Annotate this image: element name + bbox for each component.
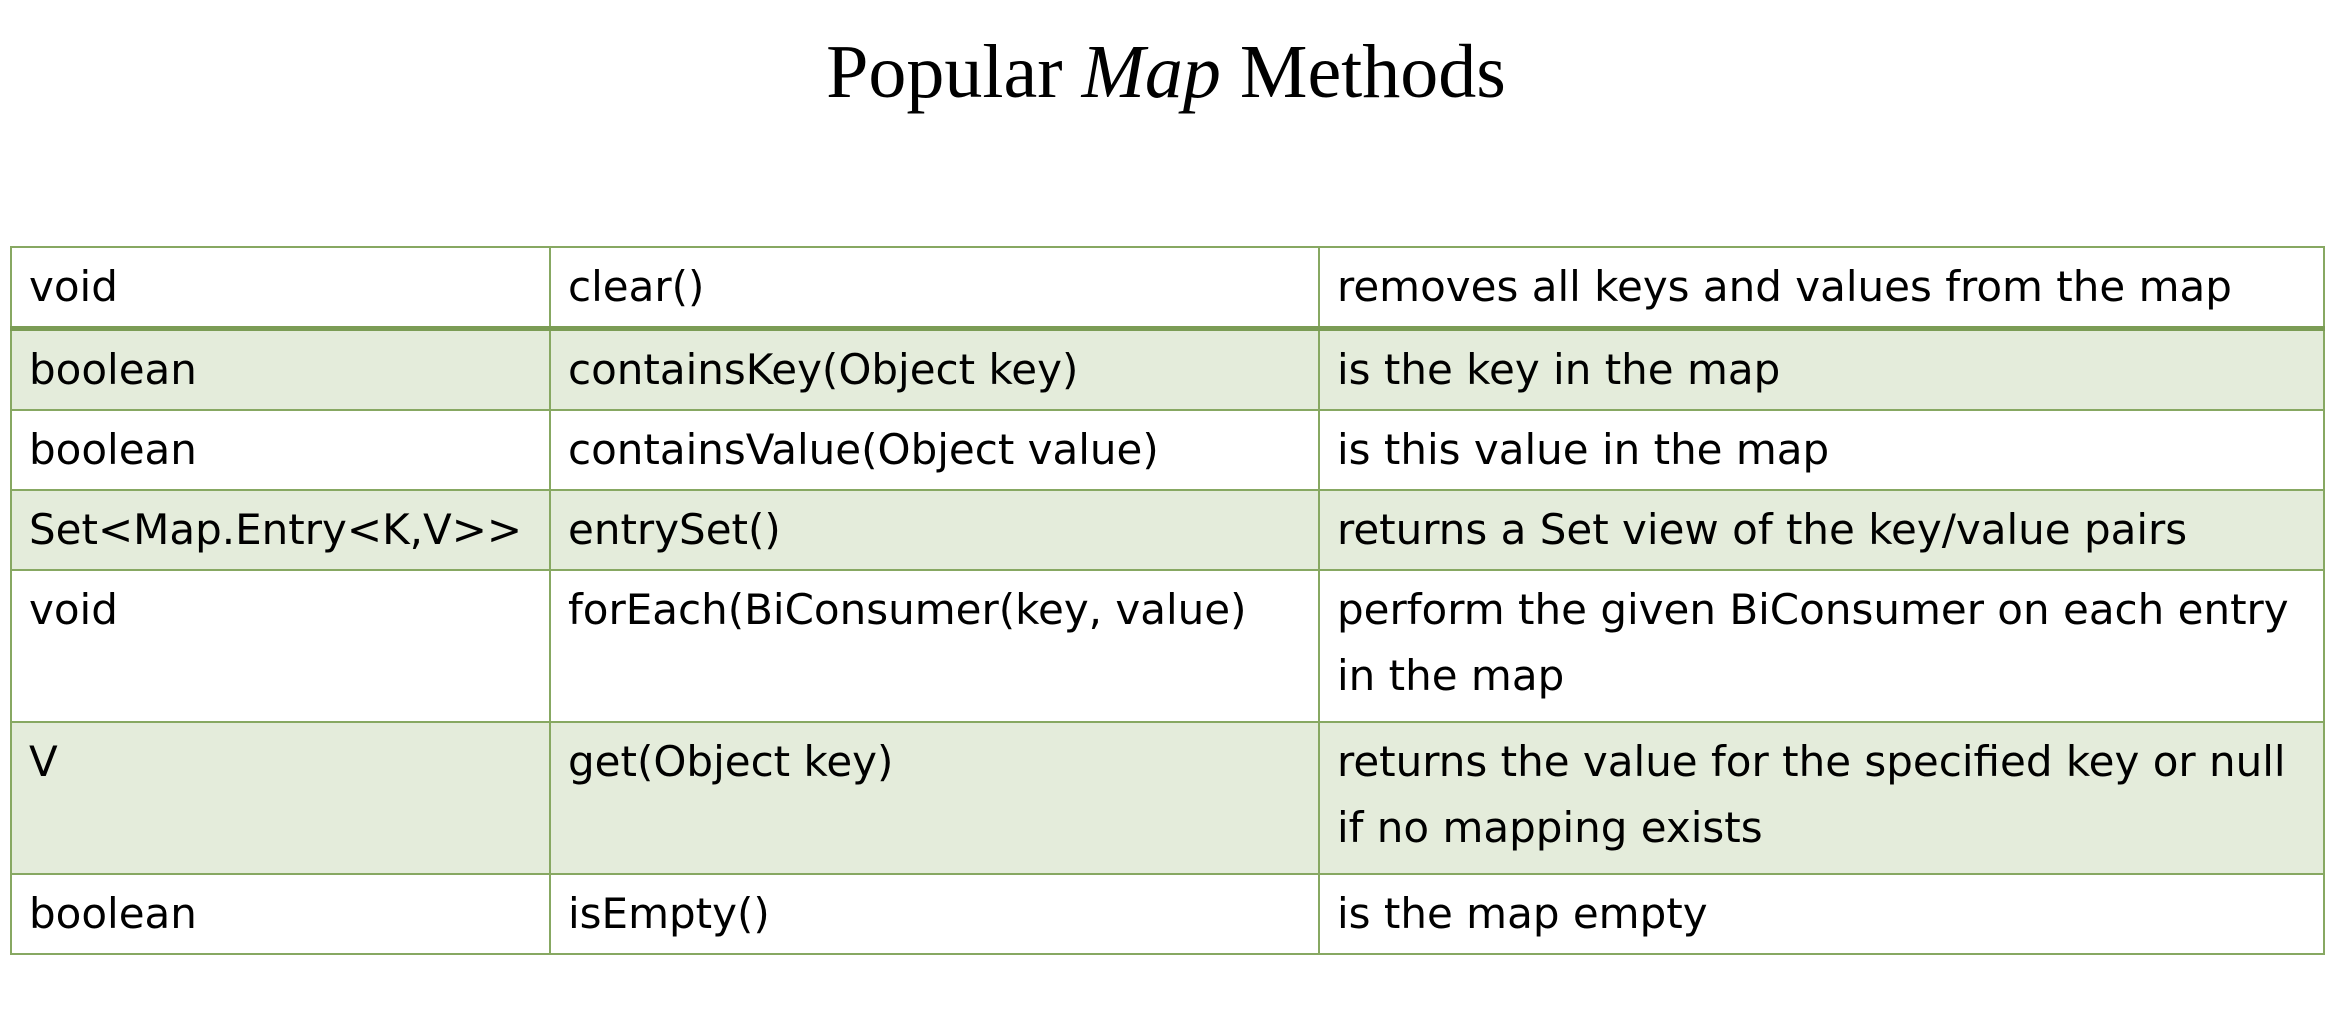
return-type-cell: boolean [10,873,551,955]
table-row: boolean containsKey(Object key) is the k… [10,327,2325,411]
description-cell: returns the value for the specified key … [1318,721,2325,875]
title-suffix: Methods [1220,30,1506,114]
map-methods-table: void clear() removes all keys and values… [10,246,2325,955]
table-row: Set<Map.Entry<K,V>> entrySet() returns a… [10,489,2325,571]
table-row: void clear() removes all keys and values… [10,246,2325,331]
return-type-cell: boolean [10,409,551,491]
method-cell: containsKey(Object key) [549,327,1320,411]
return-type-cell: void [10,246,551,331]
table-row: boolean containsValue(Object value) is t… [10,409,2325,491]
method-cell: containsValue(Object value) [549,409,1320,491]
return-type-cell: void [10,569,551,723]
description-cell: is the key in the map [1318,327,2325,411]
table-row: V get(Object key) returns the value for … [10,721,2325,875]
return-type-cell: V [10,721,551,875]
method-cell: entrySet() [549,489,1320,571]
title-prefix: Popular [826,30,1082,114]
return-type-cell: Set<Map.Entry<K,V>> [10,489,551,571]
description-cell: is the map empty [1318,873,2325,955]
method-cell: forEach(BiConsumer(key, value) [549,569,1320,723]
description-cell: returns a Set view of the key/value pair… [1318,489,2325,571]
return-type-cell: boolean [10,327,551,411]
description-cell: is this value in the map [1318,409,2325,491]
description-cell: perform the given BiConsumer on each ent… [1318,569,2325,723]
table-row: void forEach(BiConsumer(key, value) perf… [10,569,2325,723]
slide-title: Popular Map Methods [0,22,2332,122]
table-row: boolean isEmpty() is the map empty [10,873,2325,955]
method-cell: clear() [549,246,1320,331]
description-cell: removes all keys and values from the map [1318,246,2325,331]
method-cell: isEmpty() [549,873,1320,955]
title-emphasis: Map [1081,30,1221,114]
method-cell: get(Object key) [549,721,1320,875]
